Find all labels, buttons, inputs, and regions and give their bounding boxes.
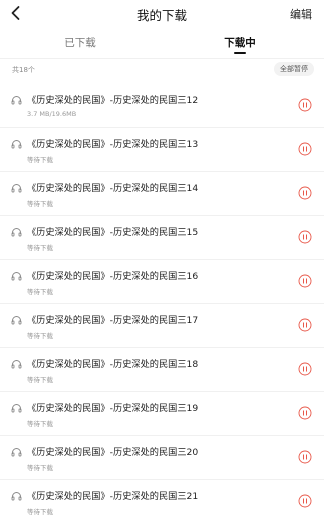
download-item[interactable]: 《历史深处的民国》-历史深处的民国三16 等待下载 [0, 260, 324, 304]
download-item[interactable]: 《历史深处的民国》-历史深处的民国三17 等待下载 [0, 304, 324, 348]
item-status: 等待下载 [27, 200, 53, 208]
pause-button[interactable] [298, 230, 312, 244]
pause-circle-icon [298, 230, 312, 244]
active-tab-indicator [234, 52, 246, 54]
item-status: 等待下载 [27, 156, 53, 164]
headphones-icon [11, 95, 22, 105]
downloads-page: 我的下载 编辑 已下载 下载中 共18个 全部暂停 《历史深处的民国》-历史深处… [0, 0, 324, 523]
download-item[interactable]: 《历史深处的民国》-历史深处的民国三15 等待下载 [0, 216, 324, 260]
item-title: 《历史深处的民国》-历史深处的民国三12 [27, 95, 199, 106]
pause-circle-icon [298, 362, 312, 376]
pause-button[interactable] [298, 142, 312, 156]
pause-button[interactable] [298, 494, 312, 508]
headphones-icon [11, 139, 22, 149]
item-status: 等待下载 [27, 464, 53, 472]
item-status: 等待下载 [27, 376, 53, 384]
headphones-icon [11, 403, 22, 413]
item-title: 《历史深处的民国》-历史深处的民国三19 [27, 403, 199, 414]
item-title: 《历史深处的民国》-历史深处的民国三16 [27, 271, 199, 282]
pause-circle-icon [298, 274, 312, 288]
headphones-icon [11, 447, 22, 457]
pause-circle-icon [298, 186, 312, 200]
item-count: 共18个 [12, 66, 35, 74]
headphones-icon [11, 491, 22, 501]
pause-circle-icon [298, 142, 312, 156]
page-title: 我的下载 [136, 8, 187, 23]
pause-button[interactable] [298, 98, 312, 112]
download-item[interactable]: 《历史深处的民国》-历史深处的民国三13 等待下载 [0, 128, 324, 172]
download-item[interactable]: 《历史深处的民国》-历史深处的民国三21 等待下载 [0, 480, 324, 523]
item-status: 3.7 MB/19.6MB [27, 110, 77, 118]
item-title: 《历史深处的民国》-历史深处的民国三18 [27, 359, 199, 370]
download-item[interactable]: 《历史深处的民国》-历史深处的民国三18 等待下载 [0, 348, 324, 392]
headphones-icon [11, 271, 22, 281]
summary-row: 共18个 全部暂停 [0, 62, 324, 78]
tab-downloaded[interactable]: 已下载 [40, 35, 120, 50]
item-title: 《历史深处的民国》-历史深处的民国三14 [27, 183, 199, 194]
item-status: 等待下载 [27, 244, 53, 252]
pause-circle-icon [298, 406, 312, 420]
headphones-icon [11, 359, 22, 369]
headphones-icon [11, 183, 22, 193]
header: 我的下载 编辑 [0, 0, 324, 28]
tab-downloading[interactable]: 下载中 [200, 35, 280, 50]
pause-button[interactable] [298, 406, 312, 420]
pause-button[interactable] [298, 450, 312, 464]
item-status: 等待下载 [27, 420, 53, 428]
pause-button[interactable] [298, 274, 312, 288]
pause-button[interactable] [298, 186, 312, 200]
pause-circle-icon [298, 450, 312, 464]
pause-circle-icon [298, 98, 312, 112]
download-item[interactable]: 《历史深处的民国》-历史深处的民国三12 3.7 MB/19.6MB [0, 84, 324, 128]
tab-bar: 已下载 下载中 [0, 32, 324, 58]
divider [0, 58, 324, 59]
item-status: 等待下载 [27, 288, 53, 296]
pause-all-button[interactable]: 全部暂停 [274, 62, 314, 76]
item-status: 等待下载 [27, 508, 53, 516]
download-item[interactable]: 《历史深处的民国》-历史深处的民国三19 等待下载 [0, 392, 324, 436]
download-list: 《历史深处的民国》-历史深处的民国三12 3.7 MB/19.6MB 《历史深处的民… [0, 84, 324, 523]
pause-button[interactable] [298, 318, 312, 332]
item-title: 《历史深处的民国》-历史深处的民国三17 [27, 315, 199, 326]
edit-button[interactable]: 编辑 [290, 6, 312, 22]
headphones-icon [11, 315, 22, 325]
item-title: 《历史深处的民国》-历史深处的民国三15 [27, 227, 199, 238]
item-title: 《历史深处的民国》-历史深处的民国三20 [27, 447, 199, 458]
item-title: 《历史深处的民国》-历史深处的民国三13 [27, 139, 199, 150]
item-status: 等待下载 [27, 332, 53, 340]
pause-button[interactable] [298, 362, 312, 376]
item-title: 《历史深处的民国》-历史深处的民国三21 [27, 491, 199, 502]
pause-circle-icon [298, 318, 312, 332]
download-item[interactable]: 《历史深处的民国》-历史深处的民国三20 等待下载 [0, 436, 324, 480]
headphones-icon [11, 227, 22, 237]
download-item[interactable]: 《历史深处的民国》-历史深处的民国三14 等待下载 [0, 172, 324, 216]
pause-circle-icon [298, 494, 312, 508]
